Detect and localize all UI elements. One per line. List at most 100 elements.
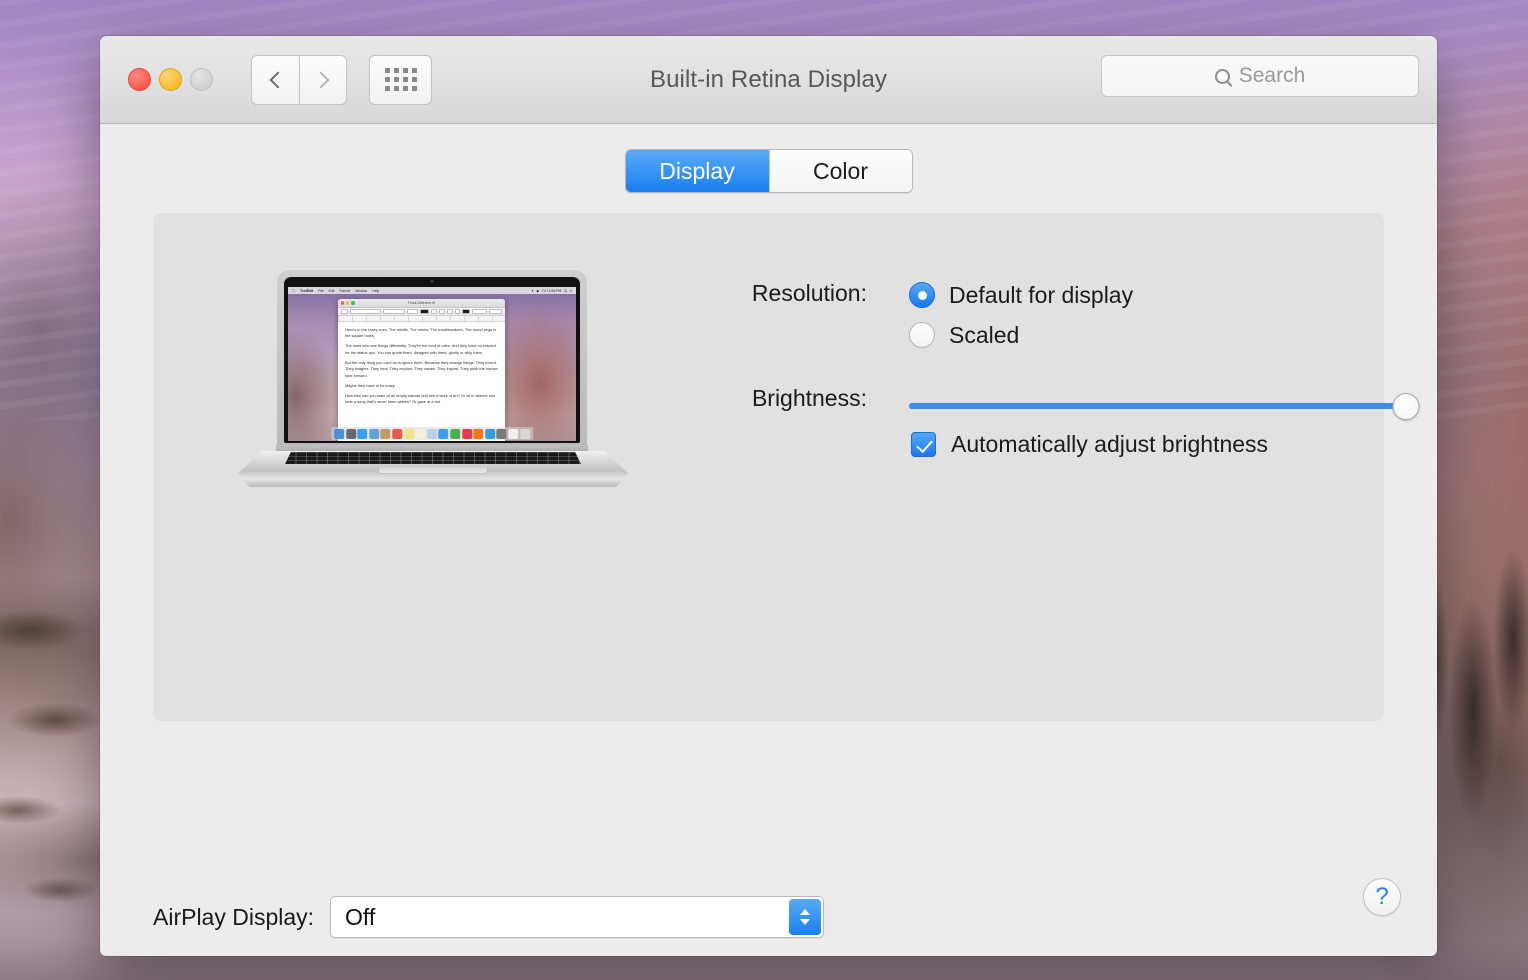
preview-textedit-window: Think Different.rtf xyxy=(338,299,505,441)
macbook-lid:  TextEdit File Edit Format Window Help … xyxy=(276,269,588,451)
resolution-radio-group: Default for display Scaled xyxy=(909,275,1133,355)
forward-button[interactable] xyxy=(299,55,347,105)
display-settings-panel:  TextEdit File Edit Format Window Help … xyxy=(153,213,1384,721)
macbook-keyboard xyxy=(285,452,581,464)
radio-label: Default for display xyxy=(949,282,1133,309)
resolution-label: Resolution: xyxy=(702,280,867,307)
preview-dock-icon-11 xyxy=(462,429,472,439)
window-titlebar: Built-in Retina Display Search xyxy=(100,36,1437,124)
minimize-button[interactable] xyxy=(159,68,182,91)
search-input[interactable]: Search xyxy=(1101,55,1419,97)
preview-dock-icon-10 xyxy=(450,429,460,439)
grid-icon xyxy=(385,68,417,91)
radio-label: Scaled xyxy=(949,322,1019,349)
preview-size-menu xyxy=(407,309,418,314)
preview-underline-button xyxy=(455,309,461,314)
preview-dock-icon-9 xyxy=(439,429,449,439)
preview-spacing-menu xyxy=(472,309,487,314)
airplay-display-row: AirPlay Display: Off xyxy=(153,896,824,938)
preview-textedit-titlebar: Think Different.rtf xyxy=(338,299,505,308)
radio-default-for-display[interactable]: Default for display xyxy=(909,275,1133,315)
preview-font-menu xyxy=(350,309,381,314)
search-icon xyxy=(1215,69,1230,84)
menubar-status-area: ▾ ◆ Fri 12:56 PM Q ≡ xyxy=(532,289,572,293)
macbook-camera-icon xyxy=(431,280,434,283)
help-button[interactable]: ? xyxy=(1363,878,1401,916)
brightness-slider[interactable] xyxy=(909,395,1406,417)
search-placeholder: Search xyxy=(1239,64,1306,88)
preview-dock-icon-5 xyxy=(392,429,402,439)
apple-logo-icon:  xyxy=(292,288,295,293)
preview-style-variant-menu xyxy=(383,309,405,314)
back-button[interactable] xyxy=(251,55,299,105)
airplay-display-select[interactable]: Off xyxy=(330,896,824,938)
preview-highlight-button xyxy=(431,309,438,314)
preview-dock-icon-4 xyxy=(381,429,391,439)
preview-textedit-toolbar xyxy=(338,308,505,316)
preview-dock-icon-12 xyxy=(473,429,483,439)
preview-dock-icon-16 xyxy=(520,429,530,439)
preview-dock-icon-3 xyxy=(369,429,379,439)
stepper-arrows-icon[interactable] xyxy=(789,899,821,935)
menubar-item-format: Format xyxy=(339,289,350,293)
chevron-left-icon xyxy=(269,71,286,88)
desktop-wallpaper: Built-in Retina Display Search Display C… xyxy=(0,0,1528,980)
menubar-item-window: Window xyxy=(355,289,367,293)
auto-adjust-brightness-checkbox[interactable] xyxy=(911,432,936,457)
preview-dock-icon-7 xyxy=(415,429,425,439)
tab-color[interactable]: Color xyxy=(769,150,912,192)
preview-document-text: Here's to the crazy ones. The misfits. T… xyxy=(338,322,505,414)
tab-bar: Display Color xyxy=(625,149,913,193)
preview-dock-icon-2 xyxy=(357,429,367,439)
preview-menubar:  TextEdit File Edit Format Window Help … xyxy=(288,287,576,294)
navigation-buttons xyxy=(251,55,347,105)
chevron-right-icon xyxy=(313,71,330,88)
preview-document-title: Think Different.rtf xyxy=(338,301,505,305)
menubar-item-help: Help xyxy=(372,289,379,293)
radio-button-icon[interactable] xyxy=(909,282,935,308)
auto-adjust-brightness-row[interactable]: Automatically adjust brightness xyxy=(911,431,1268,458)
slider-fill xyxy=(909,403,1406,409)
preview-list-menu xyxy=(489,309,502,314)
preview-italic-button xyxy=(447,309,453,314)
preferences-body: Display Color  TextEdit xyxy=(100,124,1437,956)
menubar-item-file: File xyxy=(318,289,323,293)
chevron-down-icon xyxy=(800,919,810,925)
menubar-status-wifi: ▾ xyxy=(532,289,534,293)
close-button[interactable] xyxy=(128,68,151,91)
radio-button-icon[interactable] xyxy=(909,322,935,348)
preview-paragraph: Here's to the crazy ones. The misfits. T… xyxy=(345,327,498,340)
menubar-status-notification-icon: ≡ xyxy=(570,289,572,293)
preview-dock-icon-1 xyxy=(346,429,356,439)
preview-dock-icon-0 xyxy=(334,429,344,439)
preview-bold-button xyxy=(439,309,445,314)
preview-dock-icon-8 xyxy=(427,429,437,439)
traffic-light-group xyxy=(128,68,213,91)
airplay-display-value: Off xyxy=(331,904,375,931)
system-preferences-window: Built-in Retina Display Search Display C… xyxy=(100,36,1437,956)
preview-dock-icon-6 xyxy=(404,429,414,439)
preview-dock-icon-14 xyxy=(497,429,507,439)
macbook-bezel:  TextEdit File Edit Format Window Help … xyxy=(284,277,580,443)
preview-paragraph: Maybe they have to be crazy. xyxy=(345,383,498,389)
preview-dock-icon-13 xyxy=(485,429,495,439)
menubar-item-edit: Edit xyxy=(329,289,335,293)
auto-adjust-brightness-label: Automatically adjust brightness xyxy=(951,431,1268,458)
tab-display[interactable]: Display xyxy=(626,150,769,192)
preview-paragraph: But the only thing you can't do is ignor… xyxy=(345,360,498,379)
menubar-status-search-icon: Q xyxy=(564,289,567,293)
preview-dock-icon-15 xyxy=(508,429,518,439)
airplay-display-label: AirPlay Display: xyxy=(153,904,314,931)
zoom-button[interactable] xyxy=(190,68,213,91)
preview-color-swatch xyxy=(420,309,428,314)
radio-scaled[interactable]: Scaled xyxy=(909,315,1133,355)
preview-dock xyxy=(331,427,533,440)
brightness-label: Brightness: xyxy=(702,385,867,412)
slider-knob[interactable] xyxy=(1393,393,1420,420)
preview-paragraph: How else can you stare at an empty canva… xyxy=(345,393,498,406)
show-all-preferences-button[interactable] xyxy=(369,55,432,105)
menubar-status-clock: Fri 12:56 PM xyxy=(542,289,561,293)
chevron-up-icon xyxy=(800,909,810,915)
preview-paragraph: The ones who see things differently. The… xyxy=(345,343,498,356)
menubar-app-name: TextEdit xyxy=(300,289,313,293)
